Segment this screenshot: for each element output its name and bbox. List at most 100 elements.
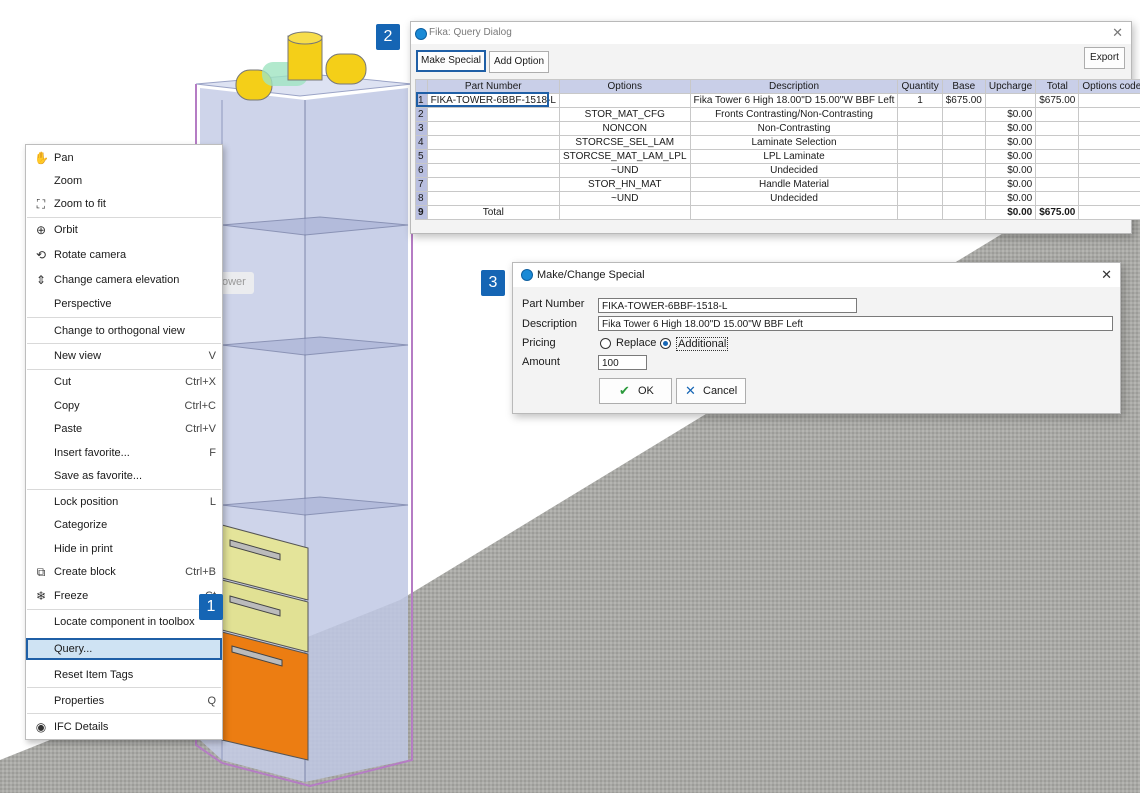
cell-base[interactable]: [941, 191, 986, 206]
cell-options[interactable]: [558, 93, 691, 108]
cell-upcharge[interactable]: $0.00: [984, 191, 1037, 206]
cell-part-number[interactable]: FIKA-TOWER-6BBF-1518-L: [426, 93, 560, 108]
cell-description[interactable]: Fronts Contrasting/Non-Contrasting: [689, 107, 899, 122]
menu-item-hide-in-print[interactable]: Hide in print: [26, 538, 222, 560]
cell-upcharge[interactable]: $0.00: [984, 177, 1037, 192]
cell-quantity[interactable]: [897, 149, 943, 164]
cell-options[interactable]: NONCON: [558, 121, 691, 136]
menu-item-save-as-favorite[interactable]: Save as favorite...: [26, 465, 222, 487]
menu-item-properties[interactable]: Properties Q: [26, 690, 222, 712]
menu-item-query[interactable]: Query...: [26, 638, 222, 660]
cell-upcharge[interactable]: $0.00: [984, 135, 1037, 150]
cell-part-number[interactable]: [426, 191, 560, 206]
cell-description[interactable]: LPL Laminate: [689, 149, 899, 164]
menu-item-perspective[interactable]: Perspective: [26, 293, 222, 315]
col-header-options-code[interactable]: Options code: [1078, 79, 1140, 94]
query-dialog-titlebar[interactable]: Fika: Query Dialog ✕: [411, 22, 1131, 44]
close-icon[interactable]: ✕: [1101, 267, 1112, 283]
menu-item-insert-favorite[interactable]: Insert favorite... F: [26, 442, 222, 464]
special-dialog-titlebar[interactable]: Make/Change Special ✕: [513, 263, 1120, 287]
cell-total[interactable]: [1035, 191, 1080, 206]
cell-total[interactable]: [1035, 177, 1080, 192]
cell-options[interactable]: STOR_HN_MAT: [558, 177, 691, 192]
table-row[interactable]: 6 ~UND Undecided $0.00: [415, 163, 1140, 178]
cell-quantity[interactable]: [897, 121, 943, 136]
cell-base[interactable]: $675.00: [941, 93, 986, 108]
menu-item-categorize[interactable]: Categorize: [26, 514, 222, 536]
cell-options[interactable]: ~UND: [558, 163, 691, 178]
close-icon[interactable]: ✕: [1112, 25, 1123, 41]
cell-quantity[interactable]: [897, 191, 943, 206]
cell-part-number[interactable]: [426, 177, 560, 192]
cell-options-code[interactable]: [1078, 163, 1140, 178]
cell-options-code[interactable]: [1078, 177, 1140, 192]
col-header-options[interactable]: Options: [558, 79, 691, 94]
menu-item-zoom-to-fit[interactable]: ⛶ Zoom to fit: [26, 193, 222, 215]
cell-upcharge[interactable]: $0.00: [984, 163, 1037, 178]
cell-options[interactable]: STOR_MAT_CFG: [558, 107, 691, 122]
cell-base[interactable]: [941, 107, 986, 122]
cell-total[interactable]: [1035, 149, 1080, 164]
export-button[interactable]: Export: [1084, 47, 1125, 69]
menu-item-create-block[interactable]: ⧉ Create block Ctrl+B: [26, 561, 222, 583]
cell-options-code[interactable]: [1078, 149, 1140, 164]
cell-options[interactable]: STORCSE_MAT_LAM_LPL: [558, 149, 691, 164]
cancel-button[interactable]: ✕ Cancel: [676, 378, 746, 404]
cell-description[interactable]: Handle Material: [689, 177, 899, 192]
cell-base[interactable]: [941, 135, 986, 150]
cell-total[interactable]: [1035, 107, 1080, 122]
menu-item-reset-item-tags[interactable]: Reset Item Tags: [26, 664, 222, 686]
menu-item-paste[interactable]: Paste Ctrl+V: [26, 418, 222, 440]
menu-item-orbit[interactable]: ⊕ Orbit: [26, 219, 222, 241]
cell-base[interactable]: [941, 121, 986, 136]
table-row[interactable]: 1 FIKA-TOWER-6BBF-1518-L Fika Tower 6 Hi…: [415, 93, 1140, 108]
menu-item-freeze[interactable]: ❄FreezeCt: [26, 585, 222, 607]
menu-item-zoom[interactable]: Zoom: [26, 170, 222, 192]
add-option-button[interactable]: Add Option: [489, 51, 549, 73]
cell-description[interactable]: Non-Contrasting: [689, 121, 899, 136]
cell-total[interactable]: [1035, 163, 1080, 178]
cell-base[interactable]: [941, 163, 986, 178]
menu-item-copy[interactable]: Copy Ctrl+C: [26, 395, 222, 417]
cell-quantity[interactable]: [897, 163, 943, 178]
menu-item-locate-component[interactable]: Locate component in toolbox: [26, 611, 222, 633]
cell-total[interactable]: $675.00: [1035, 93, 1080, 108]
menu-item-lock-position[interactable]: Lock position L: [26, 491, 222, 513]
cell-part-number[interactable]: [426, 107, 560, 122]
table-row[interactable]: 2 STOR_MAT_CFG Fronts Contrasting/Non-Co…: [415, 107, 1140, 122]
table-row[interactable]: 3 NONCON Non-Contrasting $0.00: [415, 121, 1140, 136]
menu-item-pan[interactable]: ✋ Pan: [26, 147, 222, 169]
ok-button[interactable]: ✔ OK: [599, 378, 672, 404]
make-special-button[interactable]: Make Special: [416, 50, 486, 72]
menu-item-ifc-details[interactable]: ◉ IFC Details: [26, 716, 222, 738]
cell-quantity[interactable]: 1: [897, 93, 943, 108]
cell-part-number[interactable]: [426, 149, 560, 164]
menu-item-new-view[interactable]: New view V: [26, 345, 222, 367]
col-header-upcharge[interactable]: Upcharge: [984, 79, 1037, 94]
cell-options-code[interactable]: [1078, 191, 1140, 206]
radio-replace-indicator[interactable]: [600, 338, 611, 349]
cell-part-number[interactable]: [426, 163, 560, 178]
col-header-base[interactable]: Base: [941, 79, 986, 94]
amount-field[interactable]: 100: [598, 355, 647, 370]
menu-item-change-camera-elevation[interactable]: ⇕ Change camera elevation: [26, 269, 222, 291]
menu-item-change-to-orthogonal-view[interactable]: Change to orthogonal view: [26, 320, 222, 342]
radio-replace-label[interactable]: Replace: [616, 337, 656, 349]
cell-options-code[interactable]: [1078, 93, 1140, 108]
cell-options[interactable]: ~UND: [558, 191, 691, 206]
cell-base[interactable]: [941, 177, 986, 192]
menu-item-cut[interactable]: Cut Ctrl+X: [26, 371, 222, 393]
cell-quantity[interactable]: [897, 107, 943, 122]
table-row[interactable]: 4 STORCSE_SEL_LAM Laminate Selection $0.…: [415, 135, 1140, 150]
cabinet-tower[interactable]: [195, 31, 413, 788]
menu-item-rotate-camera[interactable]: ⟲ Rotate camera: [26, 244, 222, 266]
col-header-part-number[interactable]: Part Number: [426, 79, 560, 94]
cell-description[interactable]: Fika Tower 6 High 18.00"D 15.00"W BBF Le…: [689, 93, 899, 108]
col-header-quantity[interactable]: Quantity: [897, 79, 943, 94]
cell-part-number[interactable]: [426, 121, 560, 136]
radio-additional-indicator[interactable]: [660, 338, 671, 349]
part-number-field[interactable]: FIKA-TOWER-6BBF-1518-L: [598, 298, 857, 313]
cell-total[interactable]: [1035, 135, 1080, 150]
cell-options-code[interactable]: [1078, 135, 1140, 150]
cell-base[interactable]: [941, 149, 986, 164]
